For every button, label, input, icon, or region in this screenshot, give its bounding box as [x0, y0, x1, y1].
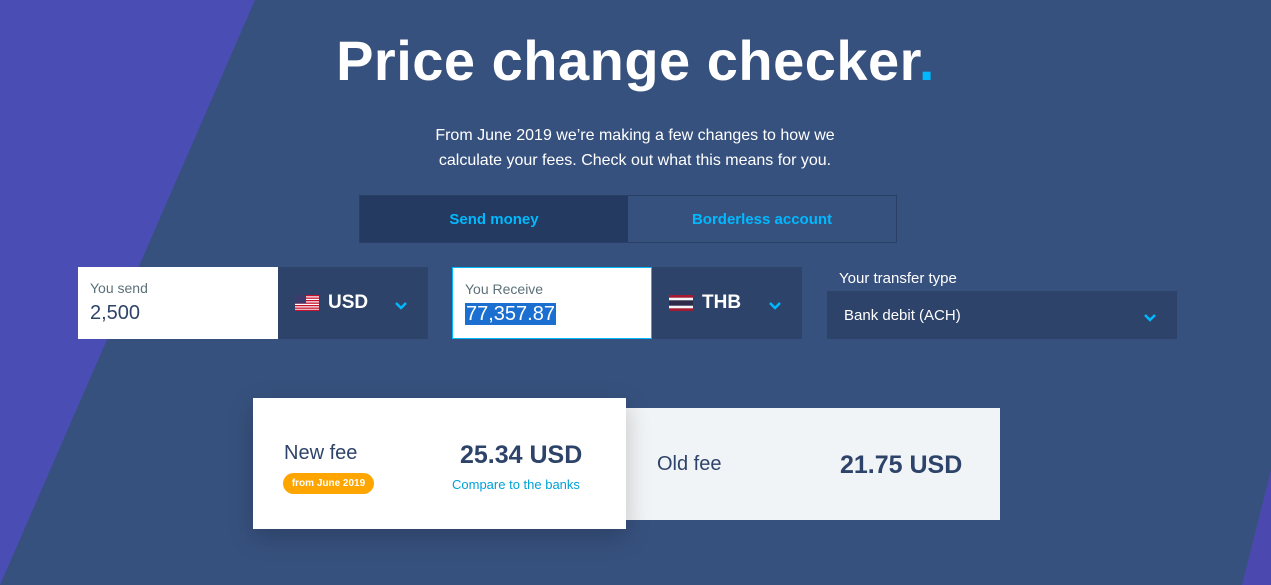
receive-amount-value[interactable]: 77,357.87 — [465, 303, 556, 325]
chevron-down-icon — [1143, 310, 1157, 322]
send-currency-code: USD — [328, 292, 369, 313]
from-june-badge: from June 2019 — [283, 473, 374, 494]
old-fee-card: Old fee 21.75 USD — [622, 408, 1000, 520]
new-fee-label: New fee — [284, 442, 358, 464]
send-amount-value[interactable]: 2,500 — [90, 302, 266, 325]
receive-currency-select[interactable]: THB — [652, 267, 802, 339]
tab-send-money[interactable]: Send money — [360, 196, 628, 242]
subtitle-line-1: From June 2019 we’re making a few change… — [435, 127, 835, 144]
new-fee-amount: 25.34 USD — [460, 441, 583, 469]
send-currency-select[interactable]: USD — [278, 267, 428, 339]
page-title: Price change checker. — [336, 29, 935, 92]
receive-amount-label: You Receive — [465, 281, 544, 297]
send-amount-field: You send 2,500 USD — [78, 267, 428, 339]
page-subtitle: From June 2019 we’re making a few change… — [385, 123, 885, 173]
send-amount-input[interactable]: You send 2,500 — [78, 267, 278, 339]
transfer-type-value: Bank debit (ACH) — [844, 306, 961, 324]
receive-currency-code: THB — [702, 292, 742, 313]
chevron-down-icon — [768, 298, 782, 310]
receive-amount-field: You Receive 77,357.87 THB — [452, 267, 802, 339]
transfer-type-select[interactable]: Bank debit (ACH) — [827, 291, 1177, 339]
subtitle-line-2: calculate your fees. Check out what this… — [438, 152, 832, 169]
transfer-type-label: Your transfer type — [839, 270, 957, 287]
old-fee-label: Old fee — [657, 453, 722, 475]
new-fee-card: New fee from June 2019 25.34 USD Compare… — [253, 398, 626, 529]
us-flag-icon — [295, 295, 319, 311]
product-tabs: Send money Borderless account — [359, 195, 897, 243]
send-amount-label: You send — [90, 280, 148, 296]
receive-amount-input[interactable]: You Receive 77,357.87 — [452, 267, 652, 339]
compare-banks-link[interactable]: Compare to the banks — [452, 477, 580, 492]
tab-borderless-account[interactable]: Borderless account — [628, 196, 896, 242]
thailand-flag-icon — [669, 295, 693, 311]
old-fee-amount: 21.75 USD — [840, 451, 963, 479]
title-dot: . — [918, 29, 935, 92]
chevron-down-icon — [394, 298, 408, 310]
